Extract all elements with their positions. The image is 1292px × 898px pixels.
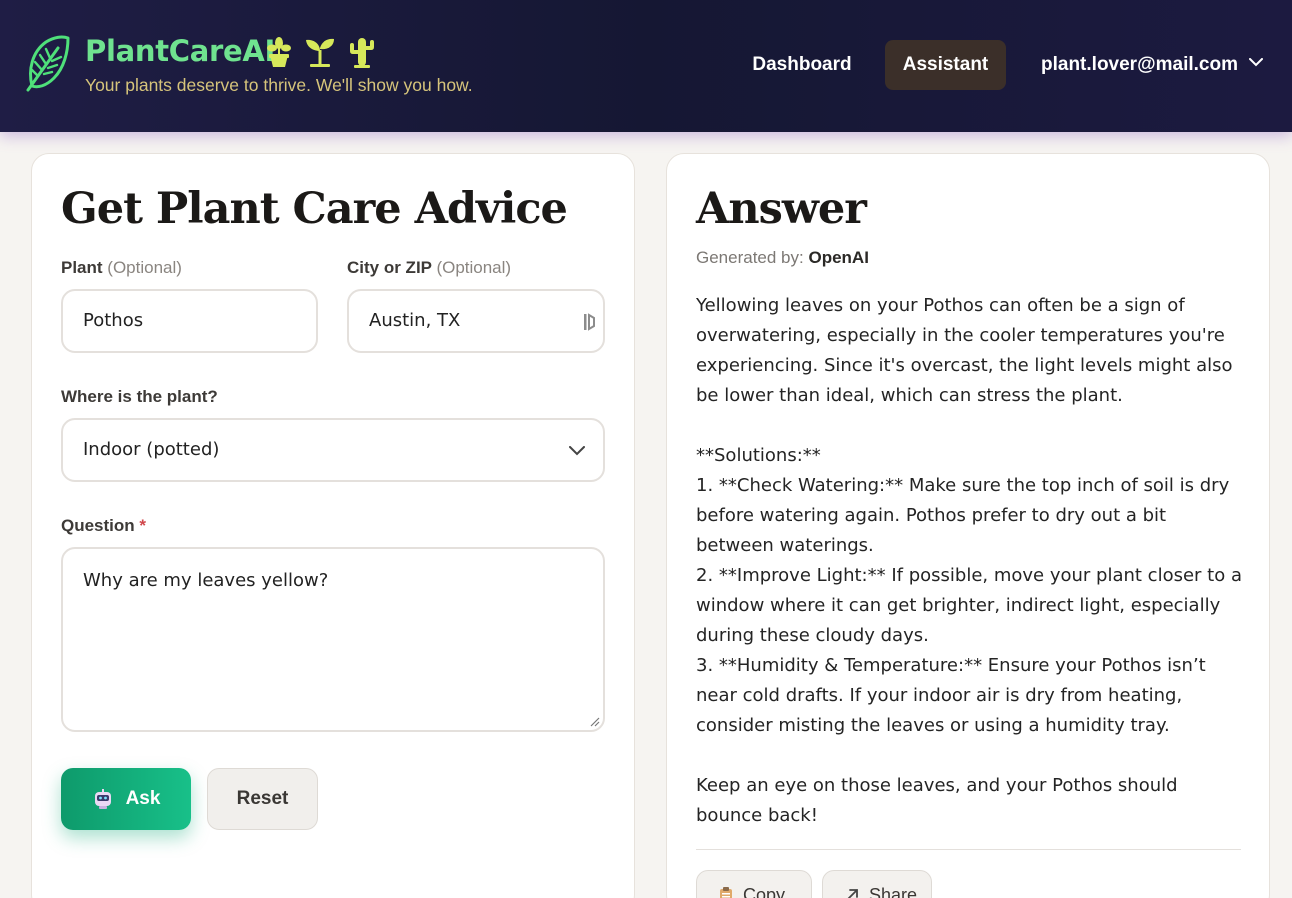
city-label: City or ZIP (Optional) — [347, 258, 511, 278]
answer-text: Yellowing leaves on your Pothos can ofte… — [696, 295, 1242, 826]
brand-title: PlantCareAI — [85, 34, 276, 68]
form-title: Get Plant Care Advice — [61, 184, 568, 234]
answer-title: Answer — [696, 184, 867, 234]
city-input[interactable]: Austin, TX — [347, 289, 605, 353]
reset-button-label: Reset — [236, 788, 289, 809]
copy-button-label: Copy — [743, 884, 786, 898]
ask-button[interactable]: Ask — [61, 768, 191, 830]
plant-input-value: Pothos — [83, 310, 144, 331]
generated-by-label: Generated by: — [696, 248, 804, 267]
resize-grip-icon[interactable] — [590, 717, 600, 727]
answer-card: Answer Generated by: OpenAI Yellowing le… — [666, 153, 1270, 898]
question-textarea-value: Why are my leaves yellow? — [83, 570, 329, 591]
share-arrow-icon — [847, 889, 858, 898]
plant-input[interactable]: Pothos — [61, 289, 318, 353]
chevron-down-icon — [1249, 58, 1264, 67]
leaf-logo-icon — [26, 35, 70, 92]
potted-plant-icon — [267, 37, 291, 67]
plant-optional: (Optional) — [107, 258, 182, 277]
cactus-icon — [350, 38, 374, 68]
city-input-value: Austin, TX — [369, 310, 461, 331]
clipboard-icon — [720, 887, 732, 898]
generated-by-value: OpenAI — [808, 248, 869, 267]
seedling-icon — [306, 38, 334, 67]
plant-label: Plant (Optional) — [61, 258, 182, 278]
city-label-text: City or ZIP — [347, 258, 432, 277]
question-textarea[interactable]: Why are my leaves yellow? — [61, 547, 605, 732]
robot-icon — [94, 789, 111, 809]
location-select[interactable]: Indoor (potted) — [61, 418, 605, 482]
question-label-text: Question — [61, 516, 135, 535]
location-label: Where is the plant? — [61, 387, 218, 406]
user-email: plant.lover@mail.com — [1041, 54, 1238, 75]
location-select-value: Indoor (potted) — [83, 439, 220, 460]
ask-button-label: Ask — [125, 788, 161, 809]
chevron-down-icon — [569, 446, 585, 456]
answer-divider — [696, 849, 1241, 850]
city-optional: (Optional) — [436, 258, 512, 277]
share-button-label: Share — [869, 884, 918, 898]
nav-assistant[interactable]: Assistant — [885, 40, 1006, 90]
copy-button[interactable]: Copy — [696, 870, 812, 898]
generated-by: Generated by: OpenAI — [696, 248, 869, 268]
nav-dashboard[interactable]: Dashboard — [735, 40, 869, 90]
autofill-icon[interactable] — [583, 312, 597, 332]
advice-form-card: Get Plant Care Advice Plant (Optional) P… — [31, 153, 635, 898]
required-marker: * — [139, 516, 147, 535]
question-label: Question * — [61, 516, 146, 536]
user-menu[interactable]: plant.lover@mail.com — [1041, 40, 1264, 90]
reset-button[interactable]: Reset — [207, 768, 318, 830]
app-header: PlantCareAI Your plants deserve to thriv… — [0, 0, 1292, 132]
tagline: Your plants deserve to thrive. We'll sho… — [85, 75, 473, 95]
share-button[interactable]: Share — [822, 870, 932, 898]
plant-label-text: Plant — [61, 258, 103, 277]
brand-icons — [266, 36, 376, 72]
